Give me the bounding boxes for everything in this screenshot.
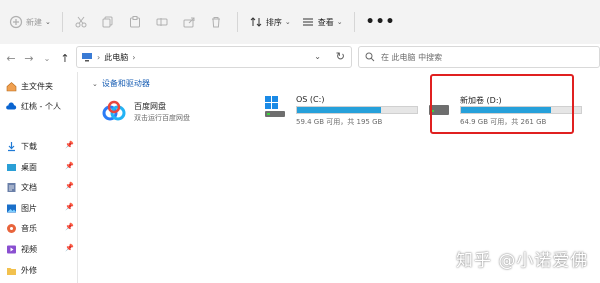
sidebar-item-label: 桌面	[21, 162, 37, 172]
home-icon	[6, 81, 17, 91]
more-label: •••	[365, 14, 396, 30]
new-button[interactable]: 新建 ⌄	[4, 10, 56, 34]
sidebar-item-desktop[interactable]: 桌面 📌	[0, 157, 78, 177]
toolbar-divider	[236, 12, 238, 32]
picture-icon	[7, 204, 16, 212]
more-button[interactable]: •••	[361, 10, 401, 34]
pin-icon[interactable]: 📌	[65, 141, 74, 149]
command-bar: 新建 ⌄ 排序 ⌄ 查看 ⌄ •••	[0, 0, 600, 44]
drive-name: OS (C:)	[296, 95, 325, 104]
music-icon	[7, 223, 16, 233]
sidebar-item-label: 主文件夹	[21, 81, 53, 91]
breadcrumb-chevron-icon: ›	[132, 52, 136, 62]
onedrive-icon	[6, 102, 17, 109]
drive-usage-fill	[297, 107, 381, 113]
recent-dropdown-button[interactable]: ⌄	[38, 54, 56, 63]
group-header-label: 设备和驱动器	[101, 79, 150, 88]
paste-button[interactable]	[123, 10, 150, 34]
toolbar-divider	[61, 12, 63, 32]
video-icon	[7, 245, 16, 253]
new-label: 新建	[26, 17, 42, 27]
paste-icon	[129, 16, 140, 28]
sidebar-item-folder[interactable]: 外修	[0, 260, 78, 280]
chevron-down-icon: ⌄	[336, 18, 343, 26]
search-input[interactable]: 在 此电脑 中搜索	[358, 46, 600, 68]
sort-icon	[250, 17, 262, 27]
app-subtitle: 双击运行百度网盘	[134, 114, 190, 122]
highlight-box	[430, 74, 574, 134]
new-icon	[9, 15, 23, 29]
computer-icon	[82, 53, 92, 62]
pin-icon[interactable]: 📌	[65, 182, 74, 190]
share-icon	[183, 17, 195, 28]
chevron-down-icon[interactable]: ⌄	[314, 52, 321, 61]
address-bar[interactable]: › 此电脑 › ⌄ ↻	[76, 46, 352, 68]
back-button[interactable]: ←	[2, 52, 20, 65]
sort-label: 排序	[265, 17, 282, 27]
folder-icon	[7, 267, 16, 275]
sidebar-item-documents[interactable]: 文档 📌	[0, 177, 78, 197]
sidebar-item-label: 下载	[21, 141, 37, 151]
drive-c[interactable]: OS (C:) 59.4 GB 可用，共 195 GB	[264, 95, 424, 131]
trash-icon	[211, 17, 220, 28]
sidebar-item-label: 文档	[21, 182, 37, 192]
document-icon	[7, 182, 16, 192]
search-placeholder: 在 此电脑 中搜索	[381, 52, 443, 62]
cut-icon	[75, 16, 87, 28]
share-button[interactable]	[177, 10, 204, 34]
chevron-down-icon: ⌄	[92, 79, 98, 88]
download-icon	[8, 141, 15, 151]
view-label: 查看	[317, 17, 334, 27]
forward-button[interactable]: →	[20, 52, 38, 65]
windows-drive-icon	[265, 96, 285, 117]
pin-icon[interactable]: 📌	[65, 162, 74, 170]
sidebar-item-label: 红桃 - 个人	[21, 101, 61, 111]
pin-icon[interactable]: 📌	[65, 203, 74, 211]
chevron-down-icon: ⌄	[284, 18, 291, 26]
pin-icon[interactable]: 📌	[65, 223, 74, 231]
watermark: 知乎 @小诺爱佛	[456, 251, 589, 271]
sidebar-item-music[interactable]: 音乐 📌	[0, 218, 78, 238]
sidebar-item-label: 外修	[21, 265, 37, 275]
toolbar-divider	[353, 12, 355, 32]
group-header-devices[interactable]: ⌄ 设备和驱动器	[92, 78, 150, 89]
app-name: 百度网盘	[134, 102, 166, 111]
breadcrumb-chevron-icon: ›	[97, 52, 101, 62]
breadcrumb-this-pc[interactable]: 此电脑	[104, 52, 128, 63]
baidu-netdisk-icon	[102, 100, 126, 121]
drive-space-info: 59.4 GB 可用，共 195 GB	[296, 118, 383, 126]
cut-button[interactable]	[69, 10, 96, 34]
sidebar-item-label: 视频	[21, 244, 37, 254]
copy-button[interactable]	[96, 10, 123, 34]
sidebar-item-pictures[interactable]: 图片 📌	[0, 198, 78, 218]
delete-button[interactable]	[204, 10, 231, 34]
navigation-pane: 主文件夹 红桃 - 个人 下载 📌 桌面 📌 文档 📌 图片 📌 音乐 📌 视频…	[0, 72, 78, 283]
sidebar-item-downloads[interactable]: 下载 📌	[0, 136, 78, 156]
desktop-icon	[7, 163, 16, 171]
up-button[interactable]: ↑	[56, 52, 74, 65]
copy-icon	[102, 16, 113, 28]
view-icon	[302, 18, 313, 26]
pin-icon[interactable]: 📌	[65, 244, 74, 252]
chevron-down-icon: ⌄	[45, 18, 51, 26]
search-icon	[365, 52, 375, 62]
sidebar-item-label: 音乐	[21, 223, 37, 233]
sort-button[interactable]: 排序 ⌄	[244, 10, 296, 34]
rename-icon	[156, 18, 168, 26]
rename-button[interactable]	[150, 10, 177, 34]
sidebar-item-onedrive[interactable]: 红桃 - 个人	[0, 96, 78, 116]
sidebar-item-videos[interactable]: 视频 📌	[0, 239, 78, 259]
sidebar-item-label: 图片	[21, 203, 37, 213]
sidebar-item-home[interactable]: 主文件夹	[0, 76, 78, 96]
address-row: ← → ⌄ ↑ › 此电脑 › ⌄ ↻ 在 此电脑 中搜索	[0, 44, 600, 72]
drive-usage-bar	[296, 106, 418, 114]
view-button[interactable]: 查看 ⌄	[296, 10, 348, 34]
baidu-netdisk-item[interactable]: 百度网盘 双击运行百度网盘	[102, 98, 232, 126]
refresh-icon[interactable]: ↻	[336, 50, 345, 63]
